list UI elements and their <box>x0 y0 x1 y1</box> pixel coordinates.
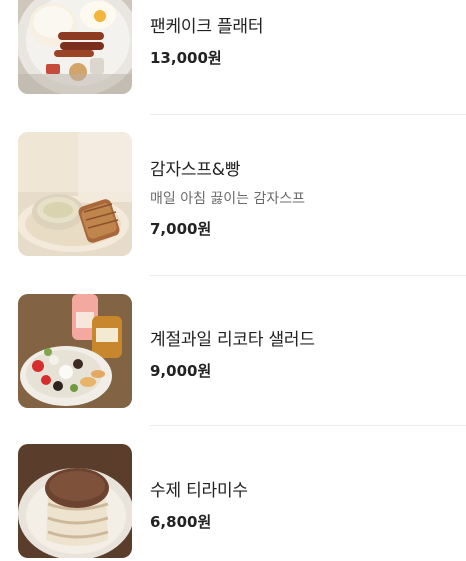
menu-item-price: 6,800원 <box>150 513 212 531</box>
pancake-platter-photo <box>18 0 132 94</box>
divider <box>150 114 466 115</box>
divider <box>150 275 466 276</box>
tiramisu-photo <box>18 444 132 558</box>
menu-item-name: 계절과일 리코타 샐러드 <box>150 330 315 350</box>
potato-soup-bread-photo <box>18 132 132 256</box>
menu-item-name: 수제 티라미수 <box>150 481 248 501</box>
ricotta-salad-photo <box>18 294 132 408</box>
menu-item-name: 감자스프&빵 <box>150 160 241 180</box>
menu-item-price: 13,000원 <box>150 49 222 67</box>
menu-list: 팬케이크 플래터 13,000원 감자스프&빵 매일 아침 끓이는 감자스프 7… <box>0 0 466 561</box>
menu-item-description: 매일 아침 끓이는 감자스프 <box>150 191 306 207</box>
divider <box>150 425 466 426</box>
menu-item-name: 팬케이크 플래터 <box>150 17 264 37</box>
menu-item-price: 7,000원 <box>150 220 212 238</box>
menu-item-price: 9,000원 <box>150 362 212 380</box>
